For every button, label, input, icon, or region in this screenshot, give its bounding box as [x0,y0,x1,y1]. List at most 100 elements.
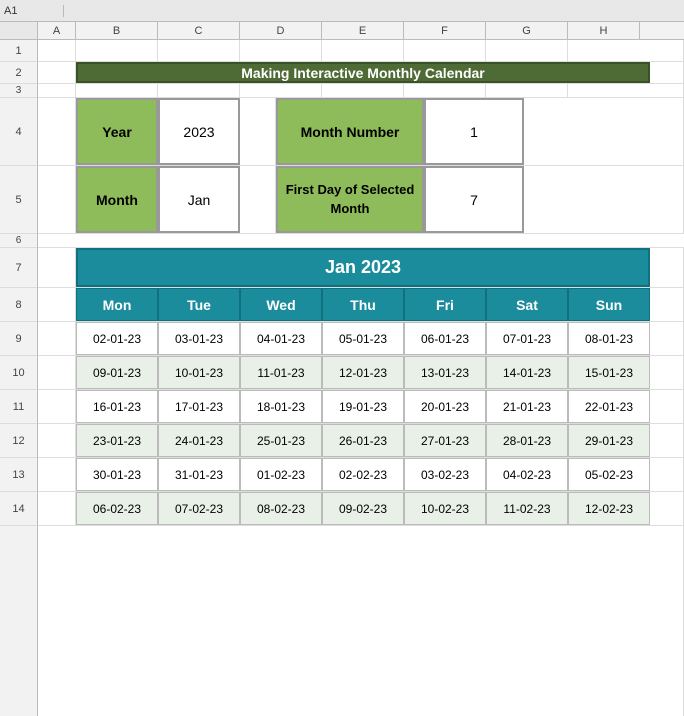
cal-r3-d1[interactable]: 16-01-23 [76,390,158,423]
cal-r2-d6[interactable]: 14-01-23 [486,356,568,389]
cell-i4 [524,98,684,165]
cal-row-5: 30-01-23 31-01-23 01-02-23 02-02-23 03-0… [38,458,684,492]
cell-e1 [240,40,322,61]
cell-i3 [568,84,684,97]
cell-g3 [404,84,486,97]
month-value[interactable]: Jan [158,166,240,233]
cal-r6-d2[interactable]: 07-02-23 [158,492,240,525]
cal-r1-d7[interactable]: 08-01-23 [568,322,650,355]
col-header-a: A [38,22,76,39]
rownum-10: 10 [0,356,37,390]
cal-r4-d4[interactable]: 26-01-23 [322,424,404,457]
cell-b5-empty [38,166,76,233]
rownum-2: 2 [0,62,37,84]
cal-r6-d7[interactable]: 12-02-23 [568,492,650,525]
rownum-9: 9 [0,322,37,356]
col-header-d: D [240,22,322,39]
cal-header-tue: Tue [158,288,240,321]
cal-header-wed: Wed [240,288,322,321]
cal-r6-d6[interactable]: 11-02-23 [486,492,568,525]
row-5: Month Jan First Day of Selected Month 7 [38,166,684,234]
cal-r1-d6[interactable]: 07-01-23 [486,322,568,355]
cal-r4-d1[interactable]: 23-01-23 [76,424,158,457]
month-label: Month [76,166,158,233]
year-value[interactable]: 2023 [158,98,240,165]
cell-b7-empty [38,248,76,287]
cal-r4-d5[interactable]: 27-01-23 [404,424,486,457]
cell-c1 [76,40,158,61]
row-6 [38,234,684,248]
col-header-f: F [404,22,486,39]
sheet-body: 1 2 3 4 5 6 7 8 9 10 11 12 13 14 [0,40,684,716]
row-4: Year 2023 Month Number 1 [38,98,684,166]
col-header-h: H [568,22,640,39]
column-headers: A B C D E F G H [0,22,684,40]
cal-r3-d2[interactable]: 17-01-23 [158,390,240,423]
cal-r2-d5[interactable]: 13-01-23 [404,356,486,389]
cal-r3-d5[interactable]: 20-01-23 [404,390,486,423]
cal-r1-d3[interactable]: 04-01-23 [240,322,322,355]
cal-r5-d3[interactable]: 01-02-23 [240,458,322,491]
month-number-label: Month Number [276,98,424,165]
cal-r2-d3[interactable]: 11-01-23 [240,356,322,389]
cell-i5 [524,166,684,233]
month-number-value[interactable]: 1 [424,98,524,165]
cal-r5-d1[interactable]: 30-01-23 [76,458,158,491]
cal-r5-d2[interactable]: 31-01-23 [158,458,240,491]
cal-r2-d2[interactable]: 10-01-23 [158,356,240,389]
cal-r2-d4[interactable]: 12-01-23 [322,356,404,389]
rownum-8: 8 [0,288,37,322]
cal-r5-d5[interactable]: 03-02-23 [404,458,486,491]
cal-r5-d7[interactable]: 05-02-23 [568,458,650,491]
formula-bar: A1 [0,0,684,22]
cal-row-1: 02-01-23 03-01-23 04-01-23 05-01-23 06-0… [38,322,684,356]
cal-r3-d4[interactable]: 19-01-23 [322,390,404,423]
cell-f3 [322,84,404,97]
cal-header-thu: Thu [322,288,404,321]
cell-g1 [404,40,486,61]
corner-cell [0,22,38,39]
cal-header-fri: Fri [404,288,486,321]
cal-r1-d1[interactable]: 02-01-23 [76,322,158,355]
row-1 [38,40,684,62]
cell-i7 [650,248,684,287]
cal-r2-d7[interactable]: 15-01-23 [568,356,650,389]
cal-r1-d2[interactable]: 03-01-23 [158,322,240,355]
cal-r1-d4[interactable]: 05-01-23 [322,322,404,355]
calendar-title: Jan 2023 [325,257,401,278]
cal-row-4: 23-01-23 24-01-23 25-01-23 26-01-23 27-0… [38,424,684,458]
calendar-title-cell: Jan 2023 [76,248,650,287]
rownum-5: 5 [0,166,37,234]
cal-header-mon: Mon [76,288,158,321]
cell-d3 [158,84,240,97]
first-day-value[interactable]: 7 [424,166,524,233]
cell-h1 [486,40,568,61]
cal-r4-d3[interactable]: 25-01-23 [240,424,322,457]
cell-reference: A1 [4,5,64,17]
cal-r3-d7[interactable]: 22-01-23 [568,390,650,423]
cal-r3-d6[interactable]: 21-01-23 [486,390,568,423]
cal-header-sun: Sun [568,288,650,321]
cal-r6-d3[interactable]: 08-02-23 [240,492,322,525]
cal-r6-d5[interactable]: 10-02-23 [404,492,486,525]
cal-row-3: 16-01-23 17-01-23 18-01-23 19-01-23 20-0… [38,390,684,424]
cell-e3 [240,84,322,97]
cal-r4-d7[interactable]: 29-01-23 [568,424,650,457]
cal-r6-d4[interactable]: 09-02-23 [322,492,404,525]
cal-r1-d5[interactable]: 06-01-23 [404,322,486,355]
row-3 [38,84,684,98]
cal-r5-d6[interactable]: 04-02-23 [486,458,568,491]
cell-b8-empty [38,288,76,321]
cal-r4-d2[interactable]: 24-01-23 [158,424,240,457]
col-header-g: G [486,22,568,39]
cal-r6-d1[interactable]: 06-02-23 [76,492,158,525]
cell-f1 [322,40,404,61]
cal-r5-d4[interactable]: 02-02-23 [322,458,404,491]
row-2: Making Interactive Monthly Calendar [38,62,684,84]
main-title: Making Interactive Monthly Calendar [241,65,485,81]
cell-c3 [76,84,158,97]
row-8: Mon Tue Wed Thu Fri Sat Sun [38,288,684,322]
cal-r4-d6[interactable]: 28-01-23 [486,424,568,457]
cal-r3-d3[interactable]: 18-01-23 [240,390,322,423]
cal-r2-d1[interactable]: 09-01-23 [76,356,158,389]
